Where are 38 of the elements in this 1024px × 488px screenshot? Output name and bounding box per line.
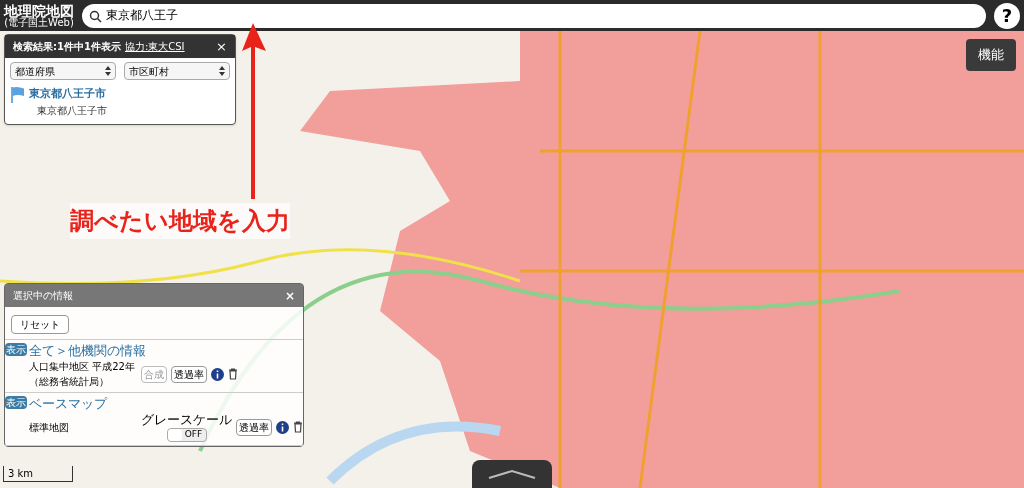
search-field[interactable]: 東京都八王子 [82,3,986,28]
close-button[interactable]: × [216,40,227,53]
function-button[interactable]: 機能 [966,39,1016,71]
result-address: 東京都八王子市 [36,103,107,118]
layer-path[interactable]: 全て＞他機関の情報 [29,343,299,359]
annotation-text: 調べたい地域を入力 [70,203,290,239]
result-item[interactable]: 東京都八王子市 東京都八王子市 [5,84,235,124]
dropdown[interactable]: 市区町村 [124,62,230,80]
updown-caret-icon [105,66,111,76]
panel-title: 選択中の情報 [13,289,73,303]
search-icon [89,9,102,23]
result-name: 東京都八王子市 [29,86,107,102]
layer-name: 標準地図 [29,420,70,435]
opacity-button[interactable]: 透過率 [236,418,272,436]
credit-link[interactable]: 協力:東大CSI [124,39,185,54]
updown-caret-icon [219,66,225,76]
trash-icon[interactable] [293,421,303,433]
help-button[interactable]: ? [994,2,1020,29]
opacity-button[interactable]: 透過率 [171,365,207,383]
show-badge[interactable]: 表示 [5,396,27,409]
grayscale-label: グレースケール [141,412,232,428]
expand-handle[interactable] [472,460,552,488]
dropdown[interactable]: 都道府県 [10,62,116,80]
trash-icon[interactable] [228,368,238,380]
app-subtitle: (電子国土Web) [4,17,74,28]
close-button[interactable]: × [284,289,295,302]
scale-bar: 3 km [3,466,73,482]
app-title: 地理院地図 [4,3,74,18]
show-badge[interactable]: 表示 [5,343,27,356]
layer-path[interactable]: ベースマップ [29,396,303,412]
panel-title: 検索結果:1件中1件表示 [13,40,121,54]
grayscale-toggle[interactable]: OFF [166,428,207,442]
info-icon[interactable] [276,420,289,434]
layer-name: 人口集中地区 平成22年（総務省統計局） [29,360,136,389]
flag-icon [11,86,25,104]
info-icon[interactable] [211,367,224,381]
reset-button[interactable]: リセット [11,315,69,334]
chevron-up-icon [487,469,537,479]
